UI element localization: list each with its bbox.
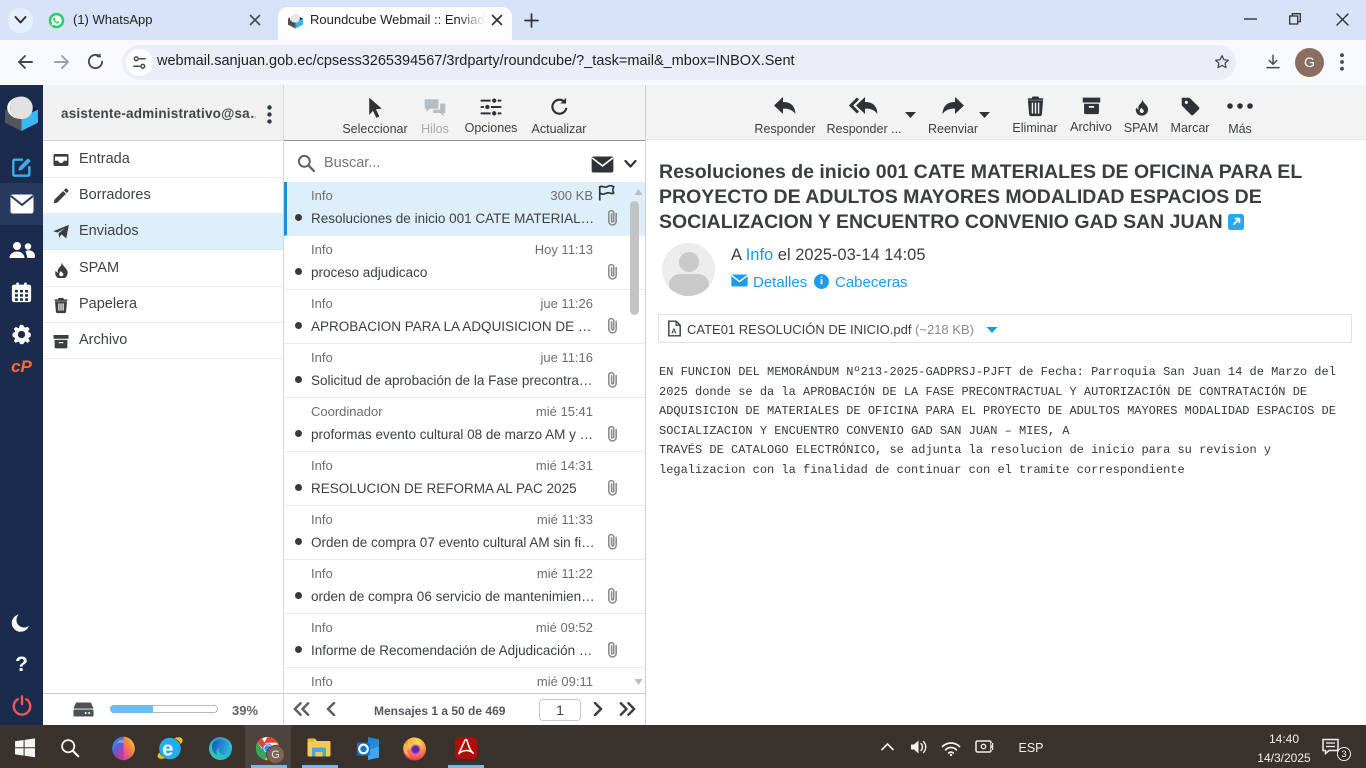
svg-text:e: e (162, 739, 173, 761)
svg-text:A: A (671, 326, 677, 335)
